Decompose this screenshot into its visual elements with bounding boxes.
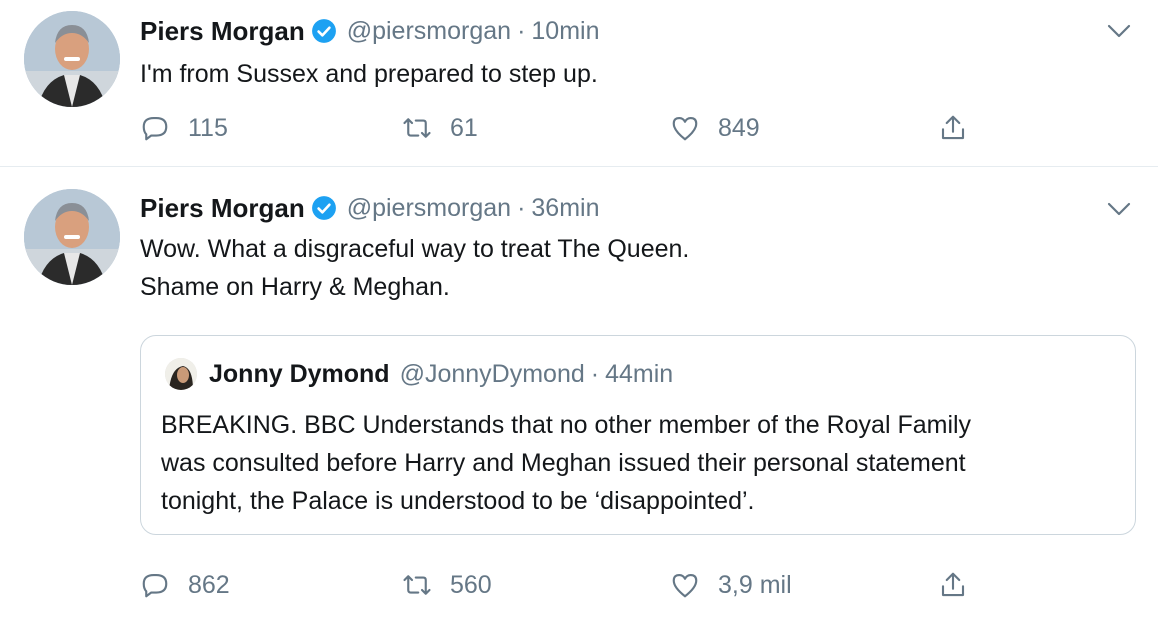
- retweet-count: 560: [450, 570, 492, 599]
- tweet-text-line: I'm from Sussex and prepared to step up.: [140, 60, 598, 88]
- tweet-text: Wow. What a disgraceful way to treat The…: [140, 230, 1120, 306]
- like-count: 3,9 mil: [718, 570, 792, 599]
- tweet-header: Piers Morgan @piersmorgan · 10min: [140, 14, 599, 48]
- reply-button[interactable]: 115: [140, 108, 228, 148]
- retweet-icon: [403, 118, 431, 138]
- author-handle[interactable]: @piersmorgan: [347, 194, 511, 223]
- heart-icon: [672, 573, 698, 598]
- author-handle[interactable]: @piersmorgan: [347, 17, 511, 46]
- like-count: 849: [718, 113, 760, 142]
- chevron-down-icon[interactable]: [1106, 200, 1132, 218]
- quoted-timestamp: 44min: [605, 359, 674, 388]
- chevron-down-icon[interactable]: [1106, 22, 1132, 40]
- share-button[interactable]: [938, 108, 968, 148]
- reply-icon: [142, 573, 168, 598]
- avatar[interactable]: [24, 11, 120, 107]
- share-icon: [941, 572, 965, 597]
- quoted-tweet-text: BREAKING. BBC Understands that no other …: [161, 406, 1121, 520]
- retweet-icon: [403, 575, 431, 595]
- tweet-actions: 862 560 3,9 mil: [140, 565, 1000, 605]
- quoted-text-line: tonight, the Palace is understood to be …: [161, 487, 755, 515]
- retweet-button[interactable]: 560: [402, 565, 492, 605]
- share-button[interactable]: [938, 565, 968, 605]
- quoted-avatar: [165, 358, 197, 390]
- tweet-text: I'm from Sussex and prepared to step up.: [140, 55, 1120, 93]
- tweet-timestamp[interactable]: 10min: [531, 17, 599, 46]
- separator-dot: ·: [517, 193, 526, 222]
- verified-badge-icon: [311, 196, 336, 220]
- author-name[interactable]: Piers Morgan: [140, 16, 305, 47]
- quoted-tweet-header: Jonny Dymond @JonnyDymond · 44min: [165, 356, 673, 392]
- reply-icon: [142, 116, 168, 141]
- reply-count: 115: [188, 113, 228, 142]
- tweet[interactable]: Piers Morgan @piersmorgan · 36min Wow. W…: [0, 167, 1158, 620]
- quoted-tweet[interactable]: Jonny Dymond @JonnyDymond · 44min BREAKI…: [140, 335, 1136, 535]
- tweet-header: Piers Morgan @piersmorgan · 36min: [140, 191, 599, 225]
- quoted-text-line: BREAKING. BBC Understands that no other …: [161, 411, 972, 439]
- tweet[interactable]: Piers Morgan @piersmorgan · 10min I'm fr…: [0, 0, 1158, 167]
- author-name[interactable]: Piers Morgan: [140, 193, 305, 224]
- tweet-actions: 115 61 849: [140, 108, 1000, 148]
- quoted-author-handle: @JonnyDymond: [399, 359, 585, 388]
- separator-dot: ·: [517, 16, 526, 45]
- like-button[interactable]: 849: [670, 108, 760, 148]
- like-button[interactable]: 3,9 mil: [670, 565, 792, 605]
- avatar[interactable]: [24, 189, 120, 285]
- tweet-text-line: Shame on Harry & Meghan.: [140, 273, 450, 301]
- share-icon: [941, 115, 965, 140]
- retweet-count: 61: [450, 113, 478, 142]
- tweet-timestamp[interactable]: 36min: [531, 194, 599, 223]
- reply-count: 862: [188, 570, 230, 599]
- tweet-text-line: Wow. What a disgraceful way to treat The…: [140, 235, 690, 263]
- retweet-button[interactable]: 61: [402, 108, 478, 148]
- separator-dot: ·: [590, 359, 600, 388]
- verified-badge-icon: [311, 19, 336, 43]
- reply-button[interactable]: 862: [140, 565, 230, 605]
- quoted-text-line: was consulted before Harry and Meghan is…: [161, 449, 966, 477]
- quoted-author-name: Jonny Dymond: [209, 359, 390, 388]
- heart-icon: [672, 116, 698, 141]
